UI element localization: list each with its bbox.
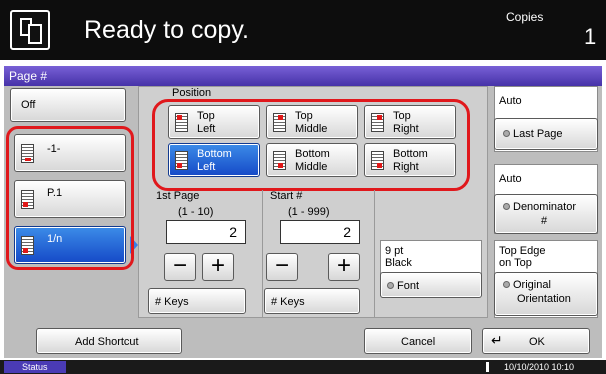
orientation-button-text: Original	[513, 279, 551, 291]
type-highlight	[6, 126, 134, 270]
orientation-value-line2: on Top	[499, 257, 532, 269]
denominator-button-line1: Denominator	[503, 201, 576, 213]
radio-icon	[387, 282, 394, 289]
start-number-keys-label: # Keys	[271, 296, 305, 308]
enter-icon: ↵	[491, 332, 503, 348]
start-number-field[interactable]: 2	[280, 220, 360, 244]
add-shortcut-button[interactable]: Add Shortcut	[36, 328, 182, 354]
first-page-keys-button[interactable]: # Keys	[148, 288, 246, 314]
orientation-button-line2: Orientation	[517, 293, 571, 305]
start-number-minus-button[interactable]: −	[266, 253, 298, 281]
copies-count: 1	[584, 24, 597, 49]
status-button[interactable]: Status	[4, 361, 66, 373]
last-page-button-text: Last Page	[513, 128, 563, 140]
first-page-plus-button[interactable]: +	[202, 253, 234, 281]
first-page-field[interactable]: 2	[166, 220, 246, 244]
divider	[374, 190, 375, 318]
cancel-label: Cancel	[401, 336, 436, 348]
copies-label: Copies	[506, 10, 544, 24]
font-size-value: 9 pt	[385, 245, 404, 257]
ok-button[interactable]: ↵ OK	[482, 328, 590, 354]
first-page-keys-label: # Keys	[155, 296, 189, 308]
add-shortcut-label: Add Shortcut	[75, 336, 139, 348]
radio-icon	[503, 203, 510, 210]
font-button-label: Font	[387, 280, 419, 292]
datetime: 10/10/2010 10:10	[504, 362, 575, 372]
ok-label: OK	[529, 336, 545, 348]
denominator-value: Auto	[499, 173, 522, 185]
network-icon	[486, 362, 489, 372]
first-page-minus-button[interactable]: −	[164, 253, 196, 281]
start-number-plus-button[interactable]: +	[328, 253, 360, 281]
start-number-keys-button[interactable]: # Keys	[264, 288, 360, 314]
last-page-value: Auto	[499, 95, 522, 107]
orientation-button-line1: Original	[503, 279, 551, 291]
off-label: Off	[21, 99, 36, 111]
radio-icon	[503, 281, 510, 288]
position-highlight	[152, 99, 470, 191]
status-message: Ready to copy.	[84, 16, 249, 44]
divider	[262, 190, 263, 318]
radio-icon	[503, 130, 510, 137]
start-number-label: Start #	[270, 190, 303, 202]
start-number-range: (1 - 999)	[288, 206, 330, 218]
first-page-label: 1st Page	[156, 190, 200, 202]
font-color-value: Black	[385, 257, 412, 269]
font-button[interactable]: Font	[380, 272, 482, 298]
last-page-button[interactable]: Last Page	[494, 118, 598, 150]
font-button-text: Font	[397, 280, 420, 292]
denominator-button-text: Denominator	[513, 201, 576, 213]
denominator-button[interactable]: Denominator #	[494, 194, 598, 234]
orientation-value-line1: Top Edge	[499, 245, 546, 257]
first-page-range: (1 - 10)	[178, 206, 214, 218]
copy-function-icon	[10, 10, 50, 50]
denominator-button-line2: #	[541, 215, 548, 227]
last-page-button-label: Last Page	[503, 128, 563, 140]
original-orientation-button[interactable]: Original Orientation	[494, 272, 598, 316]
cancel-button[interactable]: Cancel	[364, 328, 472, 354]
off-button[interactable]: Off	[10, 88, 126, 122]
position-heading: Position	[172, 87, 212, 99]
panel-title: Page #	[4, 66, 602, 86]
